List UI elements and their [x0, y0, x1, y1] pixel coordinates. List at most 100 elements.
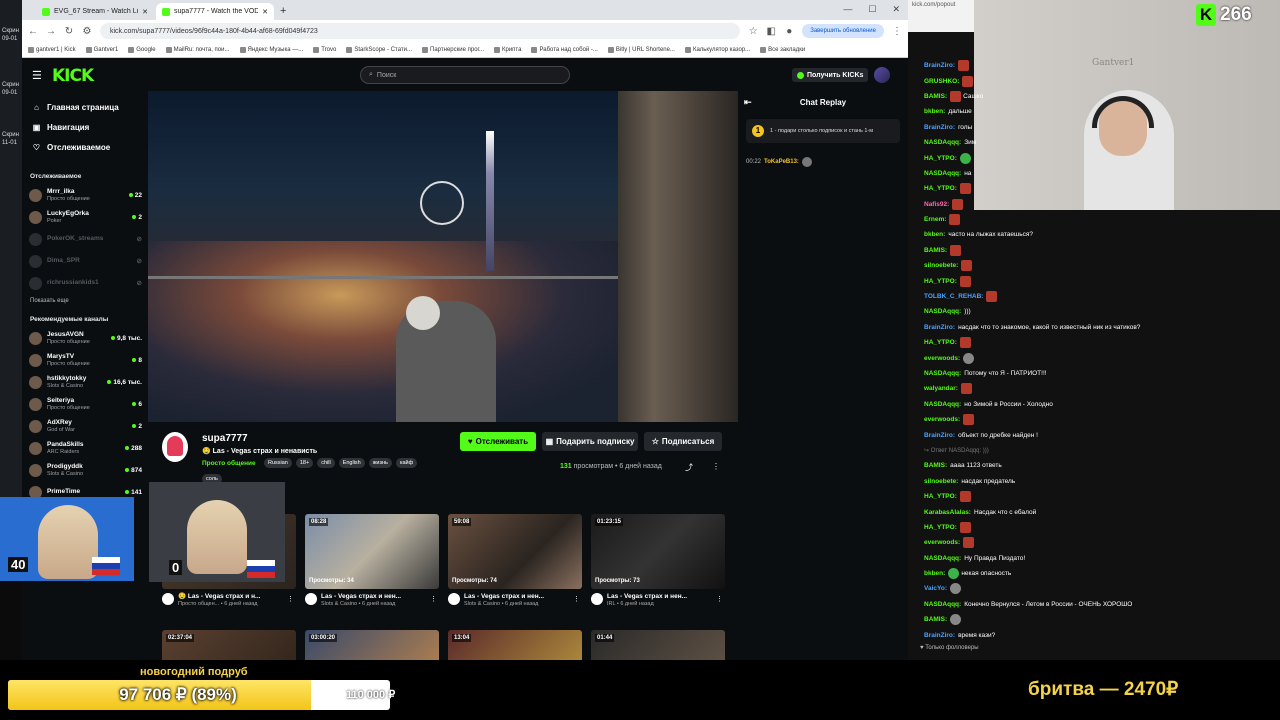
kick-logo[interactable]: KICK — [52, 66, 94, 86]
chat-username[interactable]: NASDAqqq: — [924, 139, 961, 146]
stream-category[interactable]: Просто общение — [202, 460, 256, 467]
chat-username[interactable]: everwoods: — [924, 355, 960, 362]
channel-item[interactable]: JesusAVGN Просто общение 9,8 тыс. — [22, 327, 148, 349]
chat-username[interactable]: BAMIS: — [924, 247, 947, 254]
chat-username[interactable]: HA_YTPO: — [924, 339, 957, 346]
hamburger-menu-icon[interactable]: ☰ — [32, 69, 42, 82]
nav-following[interactable]: ♡ Отслеживаемое — [22, 137, 148, 157]
more-options-icon[interactable]: ⋮ — [716, 595, 723, 603]
chat-username[interactable]: bkben: — [924, 231, 945, 238]
chat-username[interactable]: Ernem: — [924, 216, 946, 223]
url-field[interactable]: kick.com/supa7777/videos/96f9c44a-180f-4… — [100, 23, 741, 39]
chat-username[interactable]: BrainZiro: — [924, 632, 955, 639]
stream-tag[interactable]: English — [338, 458, 365, 468]
more-options-icon[interactable]: ⋮ — [430, 595, 437, 603]
more-options-icon[interactable]: ⋮ — [573, 595, 580, 603]
desktop-label[interactable]: 09-01 — [2, 36, 17, 42]
menu-icon[interactable]: ⋮ — [892, 26, 902, 37]
bookmark-item[interactable]: StarkScope - Стати... — [346, 46, 412, 53]
channel-avatar[interactable] — [162, 432, 188, 462]
chat-username[interactable]: BrainZiro: — [924, 432, 955, 439]
chat-username[interactable]: TOLBK_C_REHAB: — [924, 293, 983, 300]
more-options-icon[interactable]: ⋮ — [287, 595, 294, 603]
vod-card[interactable]: 59:08 Просмотры: 74 Las - Vegas страх и не… — [448, 514, 582, 608]
reload-icon[interactable]: ↻ — [64, 26, 74, 37]
bookmark-item[interactable]: Крипта — [493, 46, 521, 53]
vod-channel-avatar[interactable] — [305, 593, 317, 605]
vod-channel-avatar[interactable] — [591, 593, 603, 605]
channel-item[interactable]: Seiteriya Просто общение 6 — [22, 393, 148, 415]
channel-item[interactable]: Dima_SPR ⊘ — [22, 250, 148, 272]
back-icon[interactable]: ← — [28, 26, 38, 37]
vod-card[interactable]: 01:23:15 Просмотры: 73 Las - Vegas страх и… — [591, 514, 725, 608]
bookmark-item[interactable]: gantver1 | Kick — [28, 46, 76, 53]
chat-username[interactable]: NASDAqqq: — [924, 401, 961, 408]
chat-username[interactable]: BrainZiro: — [924, 124, 955, 131]
extensions-icon[interactable]: ◧ — [766, 26, 776, 37]
search-input[interactable]: ⌕ Поиск — [360, 66, 570, 84]
chat-username[interactable]: BAMIS: — [924, 616, 947, 623]
minimize-icon[interactable]: — — [843, 4, 852, 15]
vod-title[interactable]: Las - Vegas страх и нен... — [464, 593, 544, 601]
chat-username[interactable]: NASDAqqq: — [924, 601, 961, 608]
vod-title[interactable]: Las - Vegas страх и нен... — [321, 593, 401, 601]
chat-username[interactable]: HA_YTPO: — [924, 493, 957, 500]
chat-username[interactable]: HA_YTPO: — [924, 278, 957, 285]
chat-username[interactable]: BAMIS: — [924, 462, 947, 469]
channel-item[interactable]: richrussiankids1 ⊘ — [22, 272, 148, 294]
desktop-label[interactable]: 09-01 — [2, 90, 17, 96]
channel-item[interactable]: MarysTV Просто общение 8 — [22, 349, 148, 371]
channel-item[interactable]: PokerOK_streams ⊘ — [22, 228, 148, 250]
chat-username[interactable]: NASDAqqq: — [924, 170, 961, 177]
bookmark-item[interactable]: Gantver1 — [85, 46, 118, 53]
channel-item[interactable]: hstikkytokky Slots & Casino 16,6 тыс. — [22, 371, 148, 393]
channel-item[interactable]: PandaSkills ARC Raiders 288 — [22, 437, 148, 459]
bookmark-item[interactable]: Работа над собой -... — [531, 46, 598, 53]
chat-username[interactable]: NASDAqqq: — [924, 555, 961, 562]
chat-username[interactable]: silnoebete: — [924, 478, 958, 485]
chat-username[interactable]: VaicYo: — [924, 585, 947, 592]
show-more-link[interactable]: Показать еще — [22, 298, 148, 304]
stream-tag[interactable]: Russian — [264, 458, 292, 468]
bookmark-item[interactable]: Google — [128, 46, 156, 53]
user-avatar[interactable] — [874, 67, 890, 83]
desktop-label[interactable]: 11-01 — [2, 140, 17, 146]
vod-thumbnail[interactable]: 08:28 Просмотры: 34 — [305, 514, 439, 589]
nav-browse[interactable]: ▣ Навигация — [22, 117, 148, 137]
vod-card[interactable]: 08:28 Просмотры: 34 Las - Vegas страх и не… — [305, 514, 439, 608]
chat-username[interactable]: Nafis92: — [924, 201, 949, 208]
bookmark-item[interactable]: Партнерские прог... — [422, 46, 484, 53]
browser-tab[interactable]: EVG_67 Stream - Watch Live on Kick✕ — [36, 3, 154, 20]
chat-username[interactable]: bkben: — [924, 570, 945, 577]
share-icon[interactable]: ⤴ — [685, 462, 693, 473]
desktop-label[interactable]: Скрин — [2, 28, 19, 34]
chat-username[interactable]: NASDAqqq: — [924, 308, 961, 315]
chat-username[interactable]: NASDAqqq: — [924, 370, 961, 377]
vod-title[interactable]: Las - Vegas страх и нен... — [607, 593, 687, 601]
close-tab-icon[interactable]: ✕ — [142, 8, 148, 16]
bookmark-item[interactable]: Яндекс Музыка —... — [239, 46, 303, 53]
chat-username[interactable]: BAMIS: — [924, 93, 947, 100]
vod-channel-avatar[interactable] — [448, 593, 460, 605]
pinned-message[interactable]: 1 1 - подари столько подписок и стань 1-… — [746, 119, 900, 143]
close-tab-icon[interactable]: ✕ — [262, 8, 268, 16]
bookmark-item[interactable]: Trovo — [313, 46, 336, 53]
chat-username[interactable]: everwoods: — [924, 416, 960, 423]
channel-item[interactable]: Prodigyddk Slots & Casino 874 — [22, 459, 148, 481]
bookmark-item[interactable]: Bitly | URL Shortene... — [607, 46, 675, 53]
get-kicks-button[interactable]: Получить KICKs — [792, 68, 869, 82]
vod-title[interactable]: 🤤 Las - Vegas страх и н... — [178, 593, 260, 601]
desktop-label[interactable]: Скрин — [2, 82, 19, 88]
channel-item[interactable]: LuckyEgOrka Poker 2 — [22, 206, 148, 228]
more-options-icon[interactable]: ⋮ — [712, 462, 720, 471]
update-button[interactable]: Завершить обновление — [802, 24, 884, 38]
site-info-icon[interactable]: ⚙ — [82, 26, 92, 37]
chat-username[interactable]: BrainZiro: — [924, 62, 955, 69]
channel-name[interactable]: supa7777 — [202, 433, 248, 444]
chat-username[interactable]: everwoods: — [924, 539, 960, 546]
chat-username[interactable]: HA_YTPO: — [924, 185, 957, 192]
chat-username[interactable]: BrainZiro: — [924, 324, 955, 331]
bookmark-item[interactable]: MailRu: почта, пои... — [165, 46, 230, 53]
subscribe-button[interactable]: ☆ Подписаться — [644, 432, 722, 451]
vod-channel-avatar[interactable] — [162, 593, 174, 605]
